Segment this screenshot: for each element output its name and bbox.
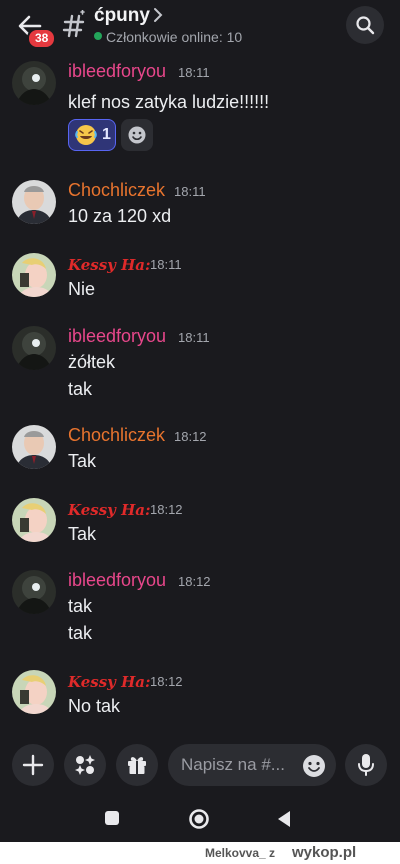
search-button[interactable] [346,6,384,44]
timestamp: 18:12 [174,429,207,444]
username[interactable]: ibleedforyou [68,61,166,82]
message-group[interactable]: Kessy Ha: 18:12 Tak [0,498,400,550]
home-button[interactable] [188,808,210,835]
voice-message-button[interactable] [345,744,387,786]
avatar[interactable] [12,180,56,224]
message-text: tak [68,596,93,616]
system-navigation-bar [0,792,400,842]
message-group[interactable]: ibleedforyou 18:11 klef nos zatyka ludzi… [0,61,400,156]
triangle-back-icon [278,811,290,827]
smiley-icon [303,755,325,777]
plus-icon [22,754,44,776]
timestamp: 18:11 [178,65,210,80]
message-group[interactable]: ibleedforyou 18:12 tak tak [0,570,400,648]
username[interactable]: Kessy Ha: [68,673,151,691]
message-text: tak [68,623,93,643]
timestamp: 18:11 [174,184,206,199]
attach-button[interactable] [12,744,54,786]
watermark-user: Melkovva_ z [205,846,276,860]
message-text: tak [68,379,93,399]
avatar[interactable] [12,326,56,370]
smiley-add-icon [128,126,146,144]
recent-apps-button[interactable] [104,810,120,831]
online-status-dot [94,32,102,40]
username[interactable]: Chochliczek [68,425,165,446]
search-icon [356,16,375,35]
avatar[interactable] [12,570,56,614]
message-text: Nie [68,279,96,299]
timestamp: 18:11 [150,257,182,272]
username[interactable]: ibleedforyou [68,326,166,347]
avatar[interactable] [12,670,56,714]
message-text: Tak [68,451,97,471]
message-text: 10 za 120 xd [68,206,172,226]
message-group[interactable]: Kessy Ha: 18:11 Nie [0,253,400,305]
avatar[interactable] [12,253,56,297]
username[interactable]: ibleedforyou [68,570,166,591]
avatar[interactable] [12,425,56,469]
message-text: No tak [68,696,121,716]
back-nav-button[interactable] [276,810,292,833]
avatar[interactable] [12,498,56,542]
emoji-button[interactable] [301,753,327,779]
apps-sparkle-icon [75,755,95,775]
avatar[interactable] [12,61,56,105]
composer-bar [0,738,400,790]
channel-title[interactable]: ćpuny [94,5,150,27]
message-group[interactable]: Chochliczek 18:12 Tak [0,425,400,477]
watermark-site: wykop.pl [292,844,357,861]
add-reaction-button[interactable] [121,119,153,151]
username[interactable]: Chochliczek [68,180,165,201]
watermark-strip: Melkovva_ z wykop.pl [0,842,400,864]
unread-badge: 38 [27,28,57,49]
reaction-pill[interactable]: 1 [68,119,116,151]
circle-icon [189,809,209,829]
apps-button[interactable] [64,744,106,786]
username[interactable]: Kessy Ha: [68,256,151,274]
timestamp: 18:12 [150,674,183,689]
microphone-icon [358,754,374,776]
username[interactable]: Kessy Ha: [68,501,151,519]
text-channel-icon [62,9,88,38]
gift-icon [128,757,146,774]
gift-button[interactable] [116,744,158,786]
online-members-count: Członkowie online: 10 [106,29,243,45]
message-group[interactable]: Chochliczek 18:11 10 za 120 xd [0,180,400,232]
message-text: klef nos zatyka ludzie!!!!!! [68,92,270,112]
timestamp: 18:12 [178,574,211,589]
rolling-on-floor-laughing-icon [75,125,97,145]
timestamp: 18:11 [178,330,210,345]
channel-header: 38 ćpuny Członkowie online: 10 [0,0,400,50]
message-group[interactable]: ibleedforyou 18:11 żółtek tak [0,326,400,404]
message-group[interactable]: Kessy Ha: 18:12 No tak [0,670,400,722]
message-text: żółtek [68,352,116,372]
chevron-right-icon[interactable] [152,6,164,24]
square-icon [105,811,119,825]
message-text: Tak [68,524,97,544]
timestamp: 18:12 [150,502,183,517]
reaction-count: 1 [102,126,111,143]
